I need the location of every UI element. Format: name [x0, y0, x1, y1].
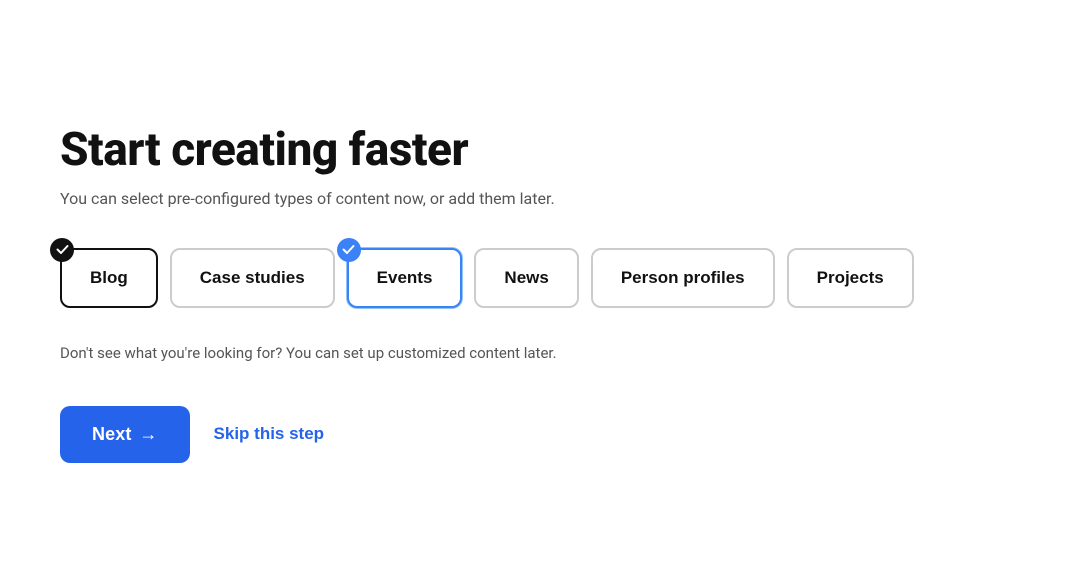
- actions-row: Next → Skip this step: [60, 406, 1020, 463]
- page-title: Start creating faster: [60, 123, 1020, 177]
- option-item-projects: Projects: [787, 248, 914, 308]
- page-subtitle: You can select pre-configured types of c…: [60, 189, 1020, 208]
- hint-text: Don't see what you're looking for? You c…: [60, 344, 1020, 362]
- next-button[interactable]: Next →: [60, 406, 190, 463]
- next-button-label: Next: [92, 424, 131, 445]
- option-item-case-studies: Case studies: [170, 248, 335, 308]
- skip-button[interactable]: Skip this step: [214, 424, 325, 444]
- option-item-person-profiles: Person profiles: [591, 248, 775, 308]
- option-button-events[interactable]: Events: [347, 248, 463, 308]
- content-area: Start creating faster You can select pre…: [60, 123, 1020, 463]
- option-button-projects[interactable]: Projects: [787, 248, 914, 308]
- option-button-news[interactable]: News: [474, 248, 578, 308]
- page-container: Start creating faster You can select pre…: [0, 0, 1080, 585]
- option-item-news: News: [474, 248, 578, 308]
- arrow-icon: →: [139, 424, 157, 445]
- option-button-person-profiles[interactable]: Person profiles: [591, 248, 775, 308]
- option-button-blog[interactable]: Blog: [60, 248, 158, 308]
- options-row: Blog Case studies Events News: [60, 248, 1020, 308]
- option-item-events: Events: [347, 248, 463, 308]
- check-icon-blog: [56, 243, 69, 256]
- option-button-case-studies[interactable]: Case studies: [170, 248, 335, 308]
- check-badge-blog: [50, 238, 74, 262]
- option-item-blog: Blog: [60, 248, 158, 308]
- check-badge-events: [337, 238, 361, 262]
- check-icon-events: [342, 243, 355, 256]
